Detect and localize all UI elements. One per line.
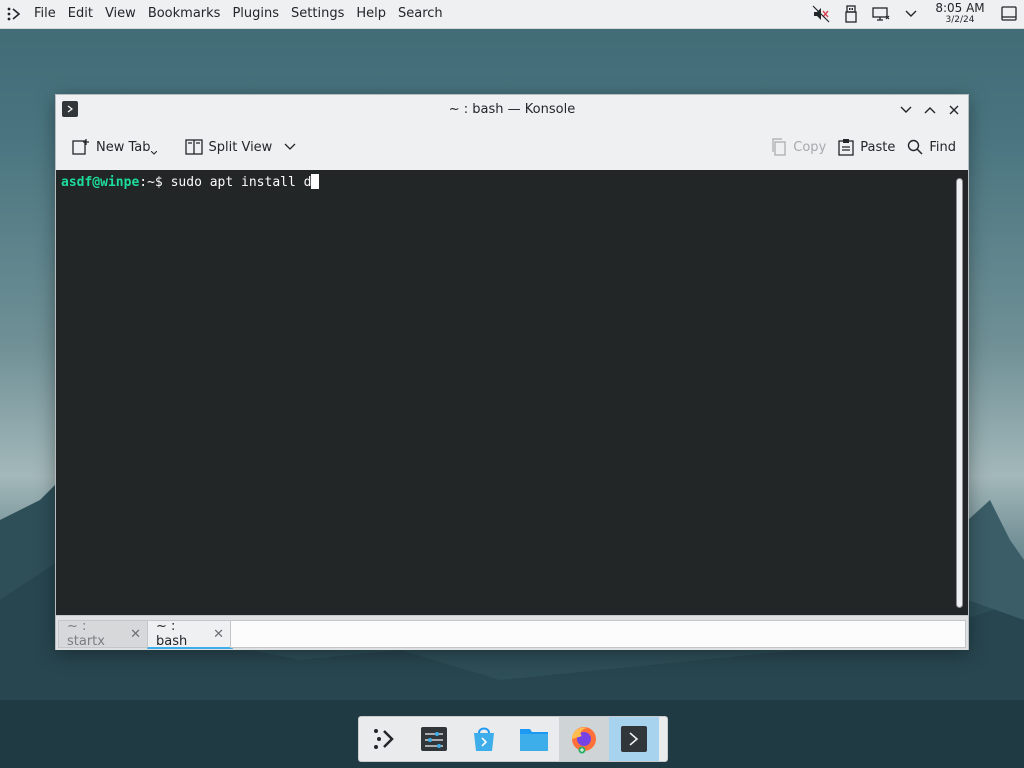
system-tray: 8:05 AM 3/2/24 <box>806 0 1024 28</box>
konsole-app-icon[interactable] <box>62 101 78 117</box>
top-panel: File Edit View Bookmarks Plugins Setting… <box>0 0 1024 29</box>
search-icon <box>908 139 923 155</box>
window-title: ~ : bash — Konsole <box>448 102 576 117</box>
tab-label: ~ : startx <box>67 619 105 649</box>
prompt-user-host: asdf@winpe <box>61 175 140 190</box>
paste-label: Paste <box>860 139 896 155</box>
menu-search[interactable]: Search <box>392 0 449 28</box>
maximize-button[interactable] <box>918 98 942 122</box>
global-menu: File Edit View Bookmarks Plugins Setting… <box>28 0 449 28</box>
tab-bash[interactable]: ~ : bash ✕ <box>147 619 233 649</box>
text-cursor <box>311 174 320 189</box>
tray-expand-chevron-icon[interactable] <box>896 0 926 28</box>
copy-icon <box>772 138 786 156</box>
copy-label: Copy <box>793 139 827 155</box>
paste-button[interactable]: Paste <box>832 132 901 162</box>
tab-label: ~ : bash <box>156 619 188 649</box>
kde-launcher-icon <box>7 7 21 21</box>
terminal-line: asdf@winpe:~$ sudo apt install d <box>61 174 320 191</box>
terminal-scrollbar[interactable] <box>956 178 963 608</box>
menu-file[interactable]: File <box>28 0 62 28</box>
split-view-icon <box>184 139 203 155</box>
terminal-view[interactable]: asdf@winpe:~$ sudo apt install d <box>56 170 968 615</box>
chevron-down-icon <box>900 106 912 113</box>
new-tab-label: New Tab <box>96 139 151 155</box>
window-titlebar[interactable]: ~ : bash — Konsole <box>56 95 968 125</box>
konsole-window: ~ : bash — Konsole New Tab Split View Co… <box>55 94 969 650</box>
dock-dolphin-file-manager[interactable] <box>509 717 559 761</box>
find-label: Find <box>929 139 956 155</box>
find-button[interactable]: Find <box>901 132 962 162</box>
chevron-down-icon <box>284 143 296 150</box>
dock-discover[interactable] <box>459 717 509 761</box>
dock-konsole[interactable] <box>609 717 659 761</box>
firefox-icon <box>572 727 596 754</box>
task-manager-dock <box>358 716 668 762</box>
paste-icon <box>838 139 854 156</box>
main-toolbar: New Tab Split View Copy Paste Find <box>56 125 968 169</box>
application-launcher[interactable] <box>0 0 28 28</box>
system-settings-icon <box>421 727 447 751</box>
prompt-path: :~$ <box>139 175 163 190</box>
new-tab-button[interactable]: New Tab <box>66 132 169 162</box>
network-icon[interactable] <box>866 0 896 28</box>
close-button[interactable] <box>942 98 966 122</box>
terminal-command: sudo apt install d <box>162 175 312 190</box>
dock-system-settings[interactable] <box>409 717 459 761</box>
menu-help[interactable]: Help <box>350 0 392 28</box>
application-launcher-icon <box>374 729 394 749</box>
volume-muted-icon[interactable] <box>806 0 836 28</box>
split-view-label: Split View <box>208 139 273 155</box>
menu-bookmarks[interactable]: Bookmarks <box>142 0 227 28</box>
konsole-icon <box>621 726 647 752</box>
menu-edit[interactable]: Edit <box>62 0 99 28</box>
clock-date: 3/2/24 <box>945 15 975 25</box>
show-desktop-icon[interactable] <box>994 0 1024 28</box>
close-tab-icon[interactable]: ✕ <box>213 627 224 642</box>
tab-startx[interactable]: ~ : startx ✕ <box>58 619 150 649</box>
chevron-up-icon <box>924 107 936 114</box>
menu-view[interactable]: View <box>99 0 142 28</box>
copy-button[interactable]: Copy <box>765 132 832 162</box>
menu-settings[interactable]: Settings <box>285 0 350 28</box>
close-icon <box>949 105 959 115</box>
dock-application-launcher[interactable] <box>359 717 409 761</box>
dropdown-indicator-icon <box>150 151 157 155</box>
tab-bar: ~ : startx ✕ ~ : bash ✕ <box>56 615 968 650</box>
new-tab-icon <box>72 139 89 155</box>
dock-firefox[interactable] <box>559 717 609 761</box>
close-tab-icon[interactable]: ✕ <box>130 627 141 642</box>
discover-store-icon <box>474 727 494 751</box>
usb-device-icon[interactable] <box>836 0 866 28</box>
tab-bar-empty-area[interactable] <box>230 620 966 648</box>
menu-plugins[interactable]: Plugins <box>226 0 285 28</box>
clock-time: 8:05 AM <box>935 1 985 15</box>
digital-clock[interactable]: 8:05 AM 3/2/24 <box>930 2 990 26</box>
file-manager-icon <box>520 729 548 751</box>
split-view-button[interactable]: Split View <box>179 132 303 162</box>
minimize-button[interactable] <box>894 98 918 122</box>
